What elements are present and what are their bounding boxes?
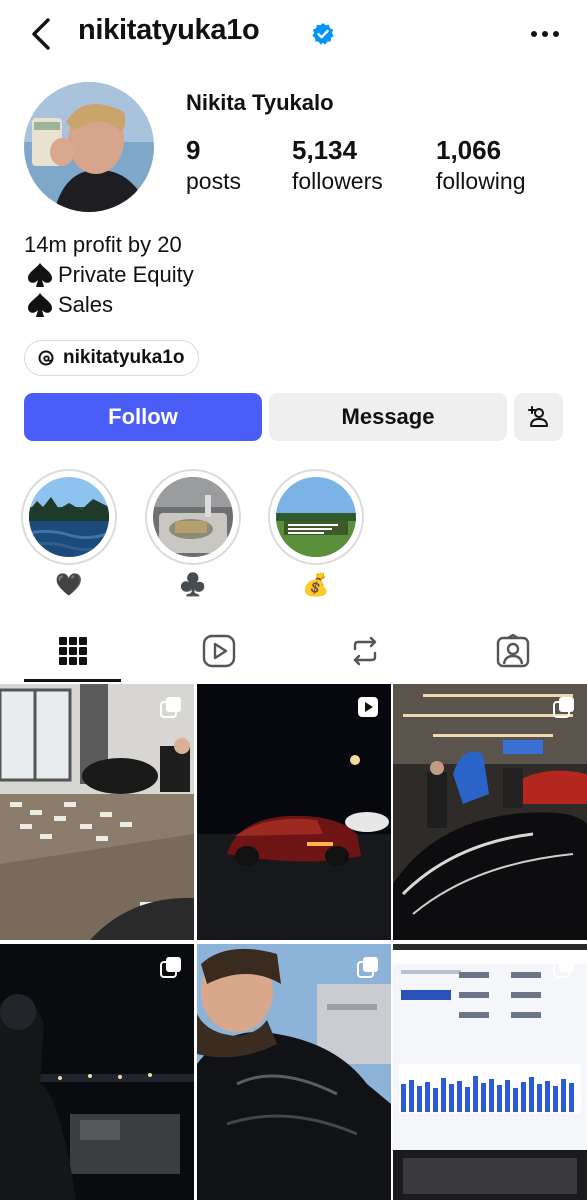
reels-play-icon bbox=[202, 634, 236, 668]
follow-button[interactable]: Follow bbox=[24, 393, 262, 441]
highlight-label: 🖤 bbox=[55, 572, 83, 597]
carousel-icon bbox=[160, 957, 181, 978]
threads-handle: nikitatyuka1o bbox=[63, 347, 185, 368]
highlight-cover bbox=[276, 477, 356, 557]
post-image bbox=[197, 944, 391, 1200]
stat-label: following bbox=[436, 168, 526, 194]
highlight-ring bbox=[268, 469, 364, 565]
profile-header: nikitatyuka1o bbox=[0, 0, 587, 70]
bio-line: Sales bbox=[24, 290, 194, 320]
threads-icon bbox=[38, 350, 54, 366]
post-thumbnail[interactable] bbox=[393, 684, 587, 940]
tab-reels[interactable] bbox=[146, 620, 292, 682]
message-button[interactable]: Message bbox=[269, 393, 507, 441]
add-person-icon bbox=[527, 406, 548, 427]
post-image bbox=[393, 684, 587, 940]
chevron-left-icon[interactable] bbox=[28, 16, 56, 52]
carousel-icon bbox=[553, 957, 574, 978]
post-thumbnail[interactable] bbox=[0, 944, 194, 1200]
stat-followers[interactable]: 5,134 followers bbox=[292, 134, 383, 196]
highlight-label: 💰 bbox=[302, 572, 330, 597]
more-horizontal-icon[interactable] bbox=[530, 30, 560, 38]
grid-icon bbox=[59, 637, 87, 665]
bio-line: 14m profit by 20 bbox=[24, 230, 194, 260]
tagged-person-icon bbox=[496, 634, 530, 668]
post-thumbnail[interactable] bbox=[197, 944, 391, 1200]
tab-posts-grid[interactable] bbox=[0, 620, 146, 682]
bio-text: Private Equity bbox=[58, 262, 194, 287]
carousel-icon bbox=[160, 697, 181, 718]
reel-icon bbox=[358, 697, 378, 717]
stat-value: 5,134 bbox=[292, 135, 358, 165]
header-username: nikitatyuka1o bbox=[78, 14, 260, 46]
post-image bbox=[197, 684, 391, 940]
highlight-ring bbox=[21, 469, 117, 565]
add-person-button[interactable] bbox=[514, 393, 563, 441]
post-image bbox=[0, 944, 194, 1200]
stat-label: followers bbox=[292, 168, 383, 194]
bio-line: Private Equity bbox=[24, 260, 194, 290]
stat-value: 9 bbox=[186, 135, 201, 165]
highlight-ring bbox=[145, 469, 241, 565]
display-name: Nikita Tyukalo bbox=[186, 90, 334, 115]
tab-reposts[interactable] bbox=[292, 620, 438, 682]
spade-icon bbox=[28, 293, 52, 317]
story-highlight[interactable]: ♣️ bbox=[145, 469, 241, 599]
post-thumbnail[interactable] bbox=[197, 684, 391, 940]
story-highlight[interactable]: 💰 bbox=[268, 469, 364, 599]
post-image bbox=[0, 684, 194, 940]
post-image bbox=[393, 944, 587, 1200]
stat-label: posts bbox=[186, 168, 241, 194]
verified-badge-icon bbox=[312, 23, 334, 45]
story-highlight[interactable]: 🖤 bbox=[21, 469, 117, 599]
stat-posts[interactable]: 9 posts bbox=[186, 134, 241, 196]
tab-tagged[interactable] bbox=[440, 620, 586, 682]
threads-link[interactable]: nikitatyuka1o bbox=[24, 340, 200, 376]
bio-text: Sales bbox=[58, 292, 114, 317]
active-tab-indicator bbox=[24, 679, 121, 682]
highlight-cover bbox=[29, 477, 109, 557]
spade-icon bbox=[28, 263, 52, 287]
repost-icon bbox=[353, 636, 377, 666]
profile-avatar[interactable] bbox=[24, 82, 154, 212]
highlight-label: ♣️ bbox=[179, 572, 207, 597]
stat-following[interactable]: 1,066 following bbox=[436, 134, 526, 196]
highlight-cover bbox=[153, 477, 233, 557]
profile-bio: 14m profit by 20 Private Equity Sales bbox=[24, 230, 194, 320]
post-thumbnail[interactable] bbox=[393, 944, 587, 1200]
post-thumbnail[interactable] bbox=[0, 684, 194, 940]
carousel-icon bbox=[357, 957, 378, 978]
profile-tabs bbox=[0, 620, 587, 684]
posts-grid bbox=[0, 684, 587, 1200]
carousel-icon bbox=[553, 697, 574, 718]
stat-value: 1,066 bbox=[436, 135, 502, 165]
bio-text: 14m profit by 20 bbox=[24, 232, 182, 257]
